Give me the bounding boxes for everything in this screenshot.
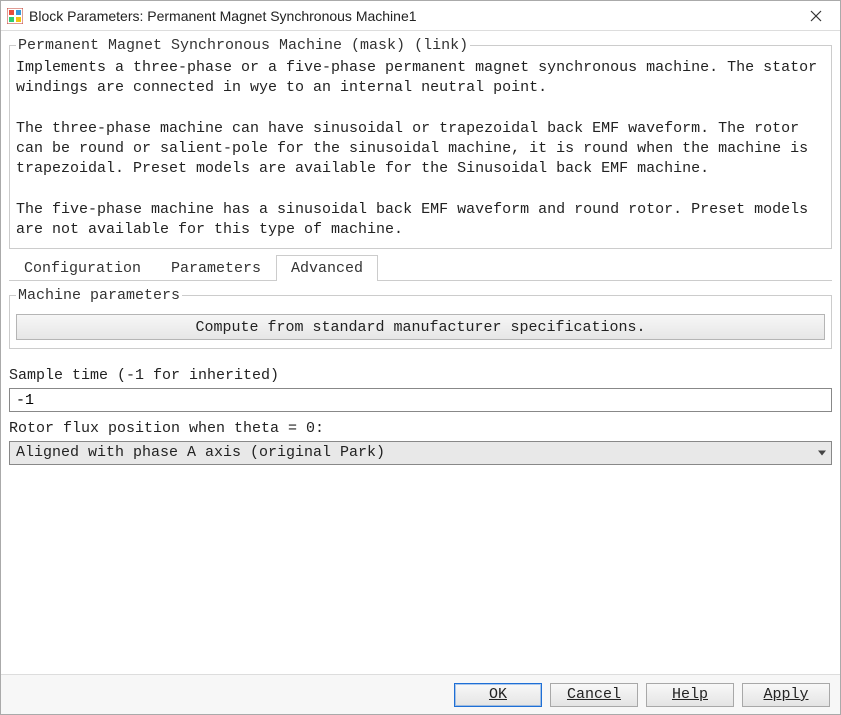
tabstrip: Configuration Parameters Advanced (9, 255, 832, 281)
apply-label: Apply (763, 686, 808, 703)
machine-parameters-legend: Machine parameters (16, 287, 182, 304)
dialog-body: Permanent Magnet Synchronous Machine (ma… (1, 31, 840, 674)
help-button[interactable]: Help (646, 683, 734, 707)
tab-advanced[interactable]: Advanced (276, 255, 378, 281)
sample-time-label: Sample time (-1 for inherited) (9, 367, 832, 384)
rotor-flux-value: Aligned with phase A axis (original Park… (9, 441, 832, 465)
titlebar: Block Parameters: Permanent Magnet Synch… (1, 1, 840, 31)
window-title: Block Parameters: Permanent Magnet Synch… (29, 8, 796, 24)
mask-description-group: Permanent Magnet Synchronous Machine (ma… (9, 37, 832, 249)
tab-parameters[interactable]: Parameters (156, 255, 276, 281)
chevron-down-icon (818, 451, 826, 456)
sample-time-input[interactable] (9, 388, 832, 412)
dialog-window: Block Parameters: Permanent Magnet Synch… (0, 0, 841, 715)
cancel-label: Cancel (567, 686, 621, 703)
rotor-flux-label: Rotor flux position when theta = 0: (9, 420, 832, 437)
ok-label: OK (489, 686, 507, 703)
close-icon (810, 10, 822, 22)
tab-configuration[interactable]: Configuration (9, 255, 156, 281)
mask-description: Implements a three-phase or a five-phase… (16, 58, 825, 240)
tabpanel-advanced: Machine parameters Compute from standard… (9, 280, 832, 670)
simulink-icon (7, 8, 23, 24)
ok-button[interactable]: OK (454, 683, 542, 707)
spacer (9, 465, 832, 670)
compute-from-specs-button[interactable]: Compute from standard manufacturer speci… (16, 314, 825, 340)
apply-button[interactable]: Apply (742, 683, 830, 707)
cancel-button[interactable]: Cancel (550, 683, 638, 707)
close-button[interactable] (796, 2, 836, 30)
machine-parameters-group: Machine parameters Compute from standard… (9, 287, 832, 349)
rotor-flux-select[interactable]: Aligned with phase A axis (original Park… (9, 441, 832, 465)
mask-legend: Permanent Magnet Synchronous Machine (ma… (16, 37, 470, 54)
help-label: Help (672, 686, 708, 703)
dialog-button-row: OK Cancel Help Apply (1, 674, 840, 714)
